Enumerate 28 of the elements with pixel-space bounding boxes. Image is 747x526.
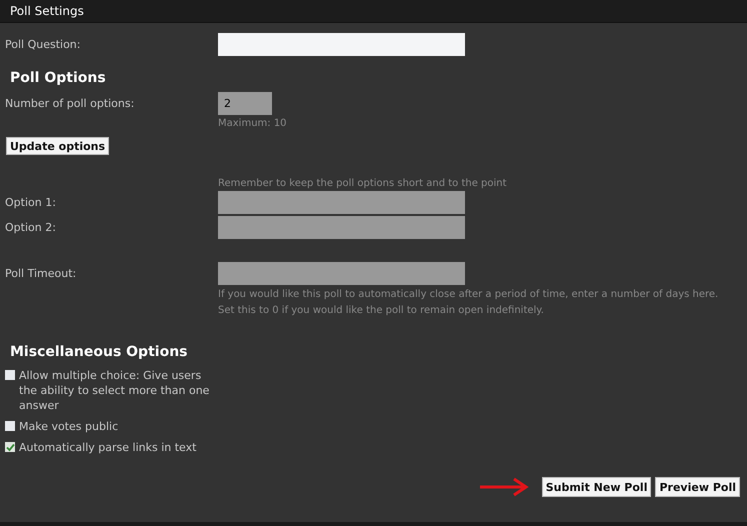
option-count-field[interactable]: 2 [218,92,272,115]
section-heading: Miscellaneous Options [9,343,188,362]
poll-question-field[interactable] [218,33,465,56]
window-title: Poll Settings [10,4,84,18]
arrow-drawing [478,477,530,497]
checkmark-icon [6,442,14,452]
checkbox-label: Allow multiple choice: Give users the ability to select more than one answer [19,368,210,413]
form-button[interactable]: Preview Poll [655,477,740,497]
field-hint: Set this to 0 if you would like the poll to remain open indefinitely. [218,305,545,316]
field-label: Poll Question: [5,37,82,53]
option-field[interactable] [218,191,465,214]
checkbox[interactable] [5,442,15,452]
field-hint: Maximum: 10 [218,118,288,129]
option-field[interactable] [218,216,465,239]
checkbox[interactable] [5,421,15,431]
field-label: Number of poll options: [5,96,136,112]
field-label: Option 2: [5,220,57,236]
checkbox-label: Automatically parse links in text [19,440,196,455]
timeout-field[interactable] [218,262,465,285]
field-hint: If you would like this poll to automatically close after a period of time, enter a number of days here. [218,289,720,300]
checkbox-label: Make votes public [19,419,118,434]
field-label: Poll Timeout: [5,266,78,282]
update-options-button[interactable]: Update options [6,137,110,155]
checkbox[interactable] [5,370,15,380]
form-button[interactable]: Submit New Poll [542,477,652,497]
field-hint: Remember to keep the poll options short and to the point [218,178,508,189]
field-label: Option 1: [5,195,57,211]
section-heading: Poll Options [9,69,107,88]
